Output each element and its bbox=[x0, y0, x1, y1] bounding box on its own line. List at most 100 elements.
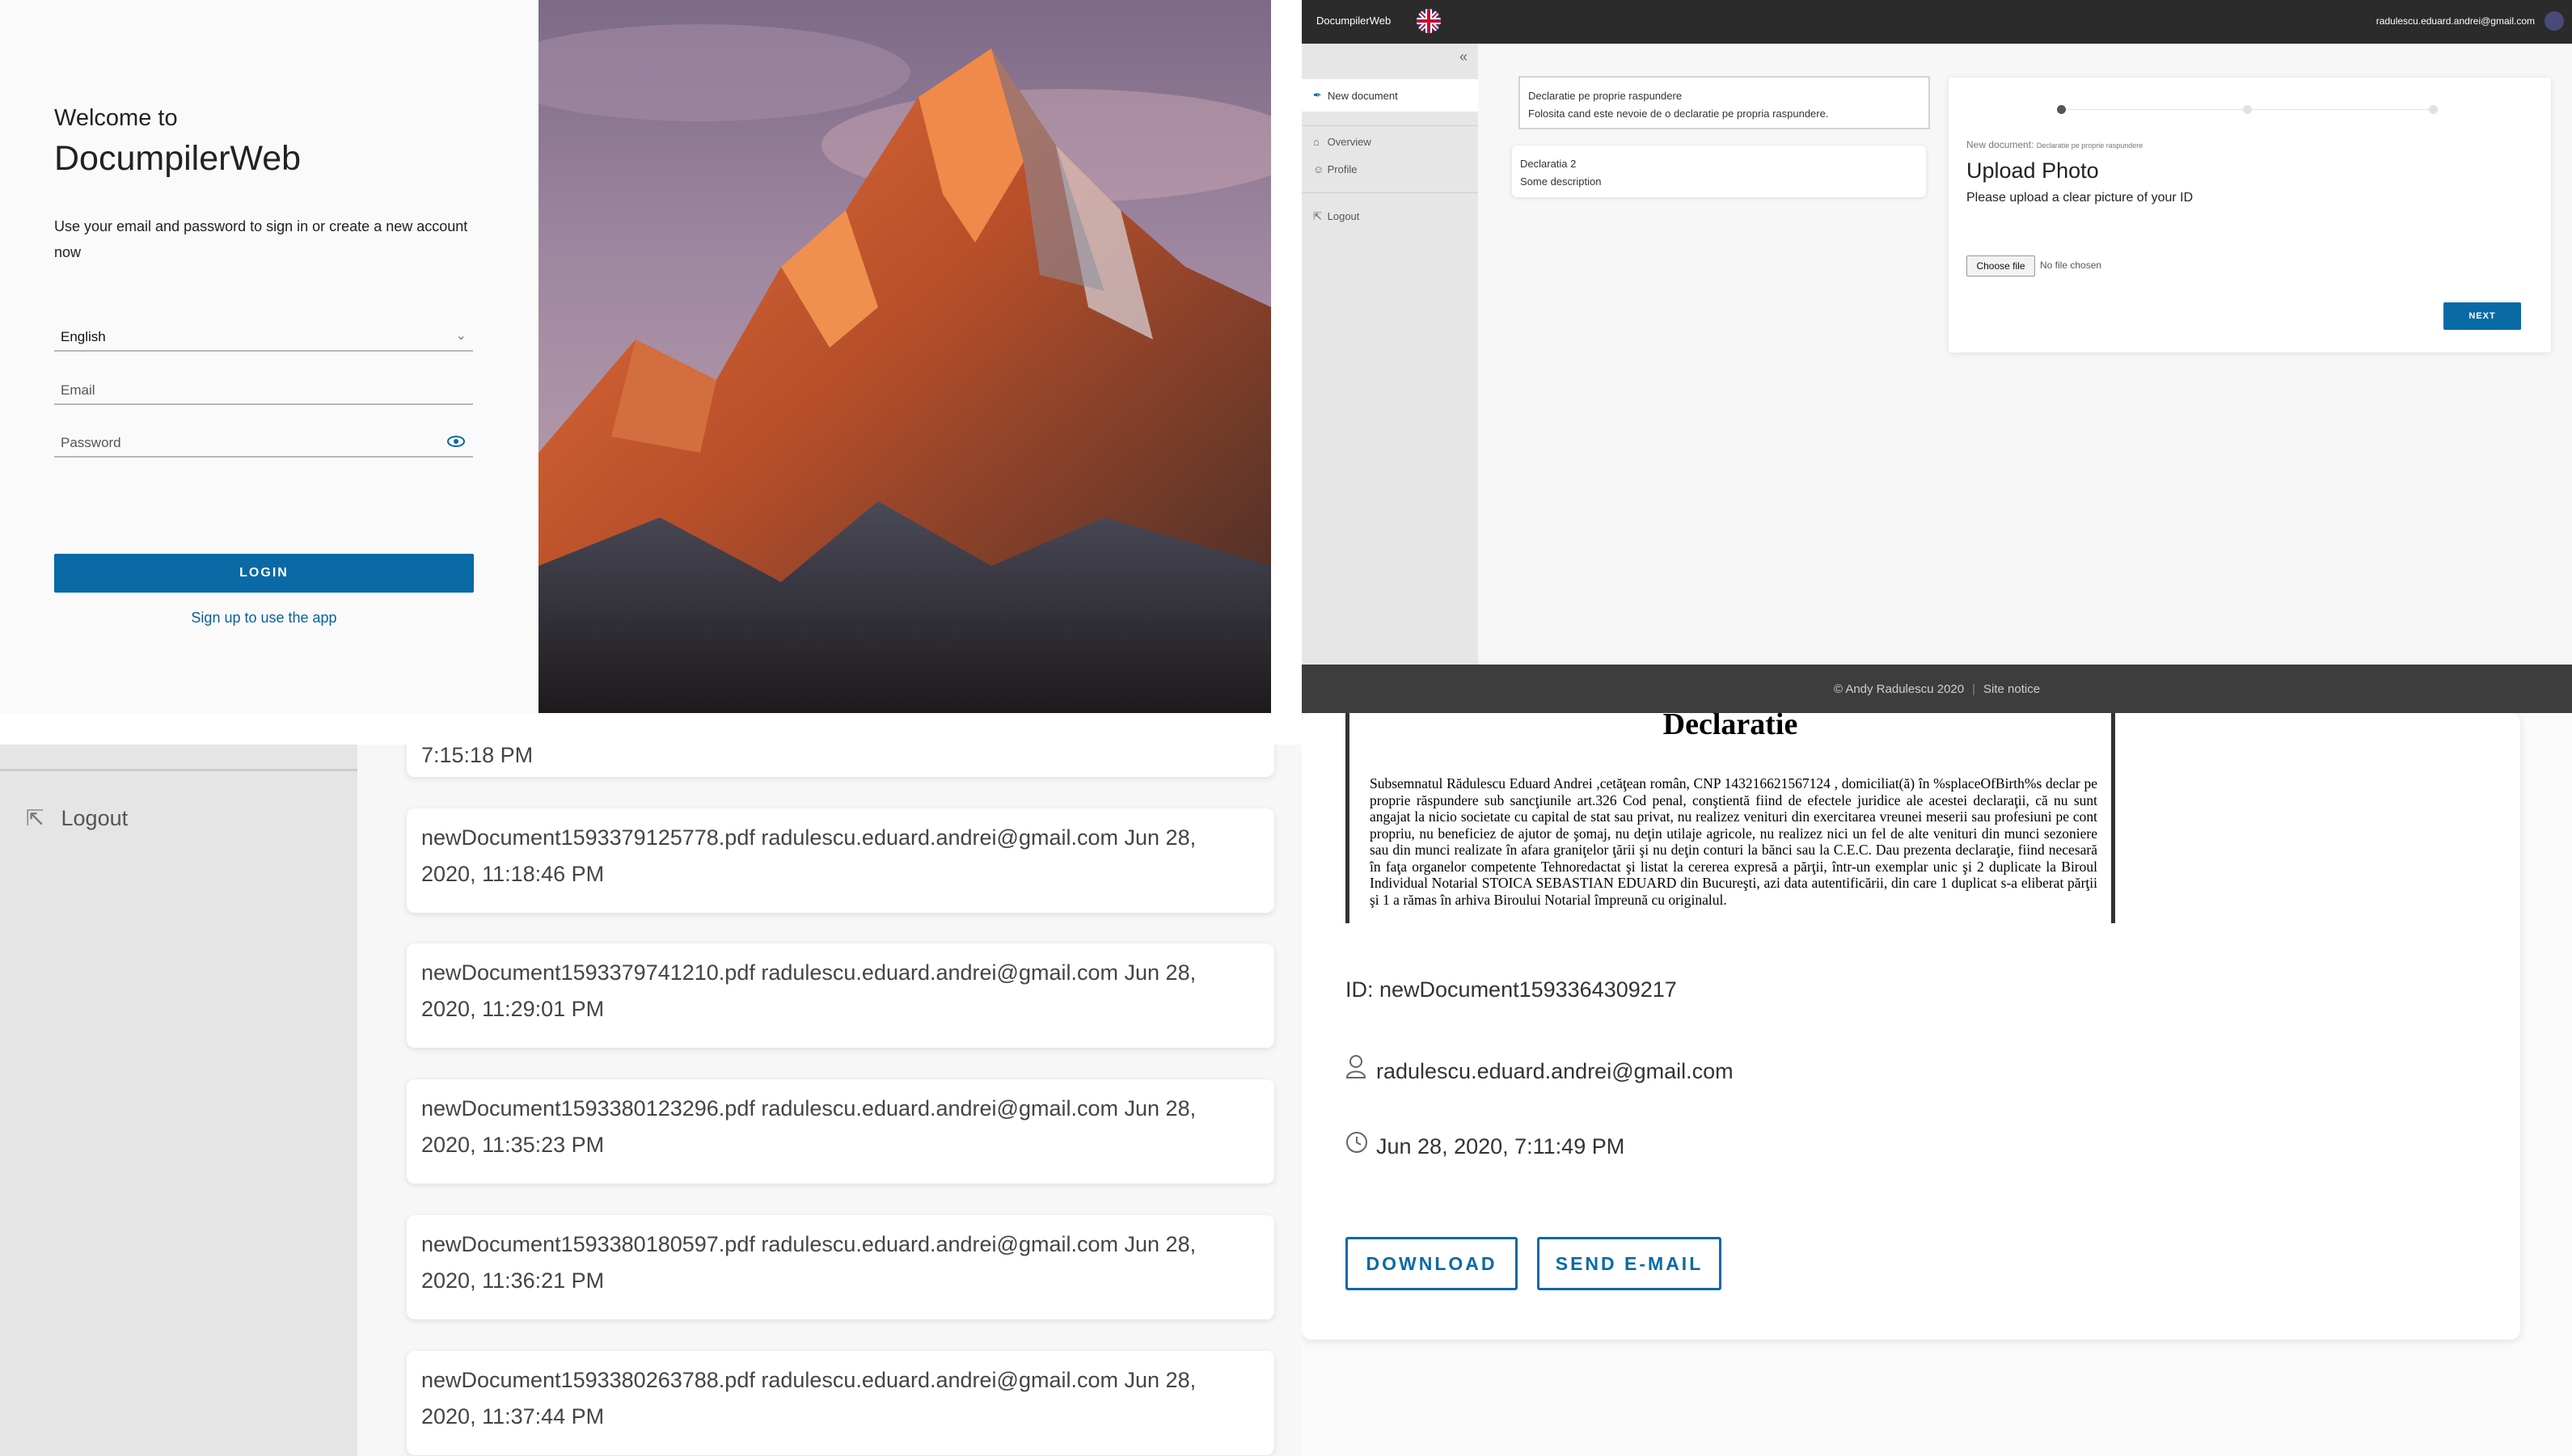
breadcrumb-label: New document: bbox=[1966, 139, 2034, 150]
document-heading: Declaratie bbox=[1662, 713, 1798, 741]
chevron-down-icon: ⌄ bbox=[455, 329, 467, 343]
next-button[interactable]: NEXT bbox=[2443, 302, 2521, 330]
footer-separator: | bbox=[1972, 682, 1976, 696]
login-button[interactable]: LOGIN bbox=[54, 554, 474, 593]
sidebar-item-label: New document bbox=[1328, 89, 1398, 102]
logout-icon: ⇱ bbox=[1313, 210, 1322, 222]
overview-icon: ⌂ bbox=[1313, 136, 1320, 148]
stepper-dot-active bbox=[2057, 105, 2066, 114]
sidebar-divider bbox=[0, 769, 357, 771]
sidebar-item-logout[interactable]: ⇱ Logout bbox=[1313, 210, 1359, 223]
document-template-card[interactable]: Declaratia 2 Some description bbox=[1512, 146, 1926, 197]
document-filename: newDocument1593379741210.pdf bbox=[421, 960, 755, 985]
signup-link[interactable]: Sign up to use the app bbox=[54, 610, 474, 627]
user-email[interactable]: radulescu.eduard.andrei@gmail.com bbox=[2376, 15, 2535, 27]
double-chevron-left-icon[interactable]: « bbox=[1459, 49, 1468, 65]
list-item-time: 7:15:18 PM bbox=[421, 745, 534, 767]
sidebar-item-profile[interactable]: ☺ Profile bbox=[1313, 163, 1357, 175]
password-placeholder: Password bbox=[61, 435, 121, 450]
send-email-button[interactable]: SEND E-MAIL bbox=[1537, 1237, 1721, 1290]
list-item[interactable]: newDocument1593379125778.pdf radulescu.e… bbox=[407, 808, 1274, 913]
list-item[interactable]: newDocument1593380263788.pdf radulescu.e… bbox=[407, 1351, 1274, 1455]
app-footer: © Andy Radulescu 2020 | Site notice bbox=[1302, 665, 2572, 713]
document-detail-card: Declaratie Subsemnatul Rădulescu Eduard … bbox=[1302, 713, 2520, 1340]
sidebar-item-label: Profile bbox=[1327, 163, 1358, 175]
download-button[interactable]: DOWNLOAD bbox=[1345, 1237, 1518, 1290]
stepper-dot bbox=[2429, 105, 2438, 114]
sidebar bbox=[0, 745, 357, 1456]
document-body: Subsemnatul Rădulescu Eduard Andrei ,cet… bbox=[1370, 775, 2097, 908]
document-time: 2020, 11:29:01 PM bbox=[421, 997, 605, 1021]
page-title: Upload Photo bbox=[1966, 158, 2099, 183]
document-date: Jun 28, bbox=[1124, 1368, 1197, 1392]
welcome-text: Welcome to bbox=[54, 105, 178, 131]
logout-icon: ⇱ bbox=[26, 806, 44, 830]
list-item[interactable]: 7:15:18 PM bbox=[407, 745, 1274, 777]
created-datetime: Jun 28, 2020, 7:11:49 PM bbox=[1376, 1134, 1625, 1158]
document-email: radulescu.eduard.andrei@gmail.com bbox=[761, 825, 1118, 850]
document-filename: newDocument1593380263788.pdf bbox=[421, 1368, 755, 1392]
site-notice-link[interactable]: Site notice bbox=[1983, 682, 2040, 696]
card-description: Some description bbox=[1520, 175, 1602, 188]
language-select[interactable]: English ⌄ bbox=[54, 324, 473, 352]
document-template-card[interactable]: Declaratie pe proprie raspundere Folosit… bbox=[1518, 76, 1930, 129]
copyright-text: © Andy Radulescu 2020 bbox=[1833, 682, 1965, 696]
uk-flag-icon[interactable] bbox=[1417, 9, 1441, 33]
password-field[interactable]: Password bbox=[54, 430, 473, 458]
file-status: No file chosen bbox=[2040, 260, 2102, 271]
new-document-icon: ✒ bbox=[1313, 89, 1322, 101]
card-description: Folosita cand este nevoie de o declarati… bbox=[1528, 108, 1829, 120]
document-id: ID: newDocument1593364309217 bbox=[1345, 977, 1677, 1002]
document-created: Jun 28, 2020, 7:11:49 PM bbox=[1345, 1131, 1624, 1159]
document-preview: Declaratie Subsemnatul Rădulescu Eduard … bbox=[1345, 713, 2115, 923]
list-item[interactable]: newDocument1593379741210.pdf radulescu.e… bbox=[407, 943, 1274, 1048]
sidebar-divider bbox=[1302, 192, 1478, 193]
sidebar-item-label: Logout bbox=[61, 806, 129, 830]
document-detail-screen: Declaratie Subsemnatul Rădulescu Eduard … bbox=[1302, 713, 2572, 1456]
sidebar-item-label: Logout bbox=[1327, 210, 1360, 222]
app-name: DocumpilerWeb bbox=[54, 139, 302, 178]
sidebar-item-logout[interactable]: ⇱ Logout bbox=[26, 806, 128, 831]
clock-icon bbox=[1345, 1131, 1376, 1159]
document-time: 2020, 11:36:21 PM bbox=[421, 1268, 605, 1293]
document-time: 2020, 11:18:46 PM bbox=[421, 862, 605, 886]
upload-instruction: Please upload a clear picture of your ID bbox=[1966, 191, 2194, 205]
document-date: Jun 28, bbox=[1124, 1096, 1197, 1120]
card-title: Declaratie pe proprie raspundere bbox=[1528, 90, 1683, 102]
upload-photo-screen: DocumpilerWeb radulescu.eduard.andrei@gm… bbox=[1302, 0, 2572, 713]
document-owner: radulescu.eduard.andrei@gmail.com bbox=[1345, 1054, 1734, 1084]
choose-file-button[interactable]: Choose file bbox=[1966, 255, 2035, 276]
login-subtitle: Use your email and password to sign in o… bbox=[54, 218, 468, 260]
document-filename: newDocument1593380180597.pdf bbox=[421, 1232, 755, 1256]
profile-icon: ☺ bbox=[1313, 163, 1324, 175]
email-field[interactable]: Email bbox=[54, 378, 473, 405]
sidebar-item-overview[interactable]: ⌂ Overview bbox=[1313, 136, 1371, 148]
list-item[interactable]: newDocument1593380123296.pdf radulescu.e… bbox=[407, 1079, 1274, 1184]
document-date: Jun 28, bbox=[1124, 960, 1197, 985]
wizard-breadcrumb: New document: Declaratie pe proprie rasp… bbox=[1966, 139, 2143, 150]
document-date: Jun 28, bbox=[1124, 1232, 1197, 1256]
breadcrumb-doc: Declaratie pe proprie raspundere bbox=[2036, 141, 2143, 150]
document-time: 2020, 11:35:23 PM bbox=[421, 1133, 605, 1157]
document-email: radulescu.eduard.andrei@gmail.com bbox=[761, 1368, 1118, 1392]
sidebar-item-new-document[interactable]: ✒ New document bbox=[1302, 79, 1478, 112]
document-date: Jun 28, bbox=[1124, 825, 1197, 850]
user-icon bbox=[1345, 1054, 1376, 1084]
document-time: 2020, 11:37:44 PM bbox=[421, 1404, 605, 1429]
login-panel: Welcome to DocumpilerWeb Use your email … bbox=[0, 0, 538, 713]
document-email: radulescu.eduard.andrei@gmail.com bbox=[761, 1096, 1118, 1120]
eye-icon[interactable] bbox=[447, 435, 465, 451]
mountain-image bbox=[538, 0, 1271, 713]
list-item[interactable]: newDocument1593380180597.pdf radulescu.e… bbox=[407, 1215, 1274, 1319]
avatar[interactable] bbox=[2545, 11, 2564, 31]
card-title: Declaratia 2 bbox=[1520, 158, 1577, 170]
sidebar-item-label: Overview bbox=[1327, 136, 1371, 148]
email-placeholder: Email bbox=[61, 382, 95, 398]
brand-name[interactable]: DocumpilerWeb bbox=[1316, 15, 1391, 27]
document-email: radulescu.eduard.andrei@gmail.com bbox=[761, 960, 1118, 985]
document-list-screen: ⇱ Logout 7:15:18 PM newDocument159337912… bbox=[0, 745, 1302, 1456]
document-filename: newDocument1593380123296.pdf bbox=[421, 1096, 755, 1120]
app-header: DocumpilerWeb radulescu.eduard.andrei@gm… bbox=[1302, 0, 2572, 44]
document-email: radulescu.eduard.andrei@gmail.com bbox=[761, 1232, 1118, 1256]
upload-wizard-card: New document: Declaratie pe proprie rasp… bbox=[1949, 78, 2551, 352]
